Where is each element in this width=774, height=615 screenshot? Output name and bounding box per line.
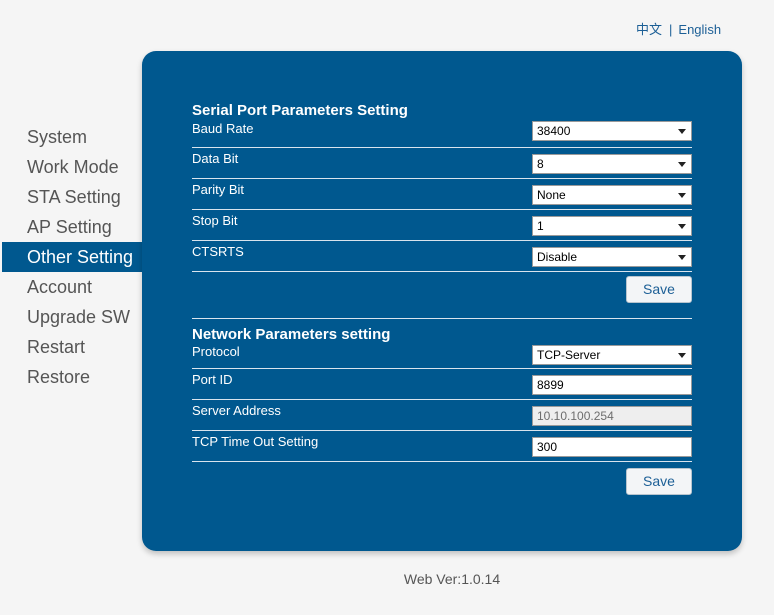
chevron-down-icon [678, 255, 686, 260]
network-section: Network Parameters setting Protocol TCP-… [192, 325, 692, 462]
parity-bit-value: None [537, 188, 566, 202]
chevron-down-icon [678, 129, 686, 134]
protocol-value: TCP-Server [537, 348, 601, 362]
port-id-input[interactable]: 8899 [532, 375, 692, 395]
server-address-value: 10.10.100.254 [537, 409, 614, 423]
sidebar-item-upgrade-sw[interactable]: Upgrade SW [2, 302, 142, 332]
ctsrts-row: CTSRTS Disable [192, 241, 692, 272]
serial-port-section: Serial Port Parameters Setting Baud Rate… [192, 101, 692, 272]
language-separator: | [669, 22, 673, 37]
baud-rate-row: Baud Rate 38400 [192, 121, 692, 148]
web-version: Web Ver:1.0.14 [403, 571, 501, 587]
server-address-row: Server Address 10.10.100.254 [192, 400, 692, 431]
ctsrts-label: CTSRTS [192, 244, 244, 259]
tcp-timeout-row: TCP Time Out Setting 300 [192, 431, 692, 462]
tcp-timeout-input[interactable]: 300 [532, 437, 692, 457]
parity-bit-select[interactable]: None [532, 185, 692, 205]
sidebar-item-work-mode[interactable]: Work Mode [2, 152, 142, 182]
stop-bit-label: Stop Bit [192, 213, 238, 228]
port-id-row: Port ID 8899 [192, 369, 692, 400]
language-english-link[interactable]: English [678, 22, 721, 37]
language-switcher: 中文 | English [636, 19, 721, 38]
server-address-input: 10.10.100.254 [532, 406, 692, 426]
baud-rate-value: 38400 [537, 124, 571, 138]
parity-bit-row: Parity Bit None [192, 179, 692, 210]
serial-section-title: Serial Port Parameters Setting [192, 102, 408, 119]
tcp-timeout-label: TCP Time Out Setting [192, 434, 319, 449]
protocol-select[interactable]: TCP-Server [532, 345, 692, 365]
protocol-row: Protocol TCP-Server [192, 344, 692, 369]
stop-bit-row: Stop Bit 1 [192, 210, 692, 241]
baud-rate-label: Baud Rate [192, 121, 254, 136]
sidebar-item-system[interactable]: System [2, 122, 142, 152]
sidebar-item-restart[interactable]: Restart [2, 332, 142, 362]
port-id-label: Port ID [192, 372, 233, 387]
data-bit-select[interactable]: 8 [532, 154, 692, 174]
language-chinese-link[interactable]: 中文 [636, 22, 662, 37]
data-bit-row: Data Bit 8 [192, 148, 692, 179]
sidebar-item-sta-setting[interactable]: STA Setting [2, 182, 142, 212]
section-divider [192, 318, 692, 319]
stop-bit-value: 1 [537, 219, 544, 233]
sidebar-item-other-setting[interactable]: Other Setting [2, 242, 142, 272]
sidebar-nav: System Work Mode STA Setting AP Setting … [2, 122, 142, 392]
parity-bit-label: Parity Bit [192, 182, 245, 197]
page: 中文 | English System Work Mode STA Setting … [0, 0, 774, 615]
network-section-title: Network Parameters setting [192, 326, 391, 343]
stop-bit-select[interactable]: 1 [532, 216, 692, 236]
chevron-down-icon [678, 353, 686, 358]
sidebar-item-restore[interactable]: Restore [2, 362, 142, 392]
chevron-down-icon [678, 224, 686, 229]
settings-panel: Serial Port Parameters Setting Baud Rate… [142, 51, 742, 551]
chevron-down-icon [678, 193, 686, 198]
baud-rate-select[interactable]: 38400 [532, 121, 692, 141]
chevron-down-icon [678, 162, 686, 167]
ctsrts-select[interactable]: Disable [532, 247, 692, 267]
tcp-timeout-value: 300 [537, 440, 558, 454]
protocol-label: Protocol [192, 344, 240, 359]
data-bit-label: Data Bit [192, 151, 239, 166]
sidebar-item-ap-setting[interactable]: AP Setting [2, 212, 142, 242]
port-id-value: 8899 [537, 378, 564, 392]
serial-save-button[interactable]: Save [626, 276, 692, 303]
sidebar-item-account[interactable]: Account [2, 272, 142, 302]
ctsrts-value: Disable [537, 250, 578, 264]
network-save-button[interactable]: Save [626, 468, 692, 495]
server-address-label: Server Address [192, 403, 281, 418]
data-bit-value: 8 [537, 157, 544, 171]
